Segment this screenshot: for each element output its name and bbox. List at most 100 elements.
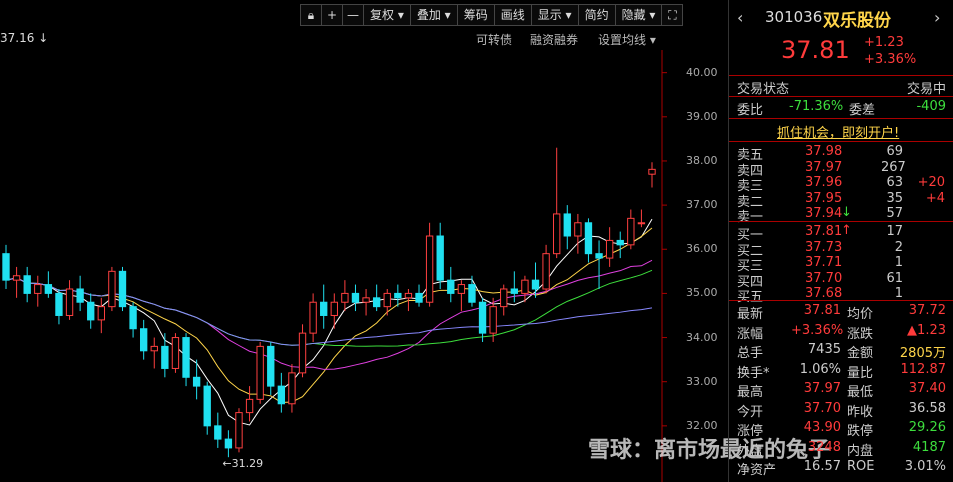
candle-body[interactable]: [150, 345, 158, 352]
chart-subbar: 37.16 ↓ 可转债 融资融券 设置均线 ▾: [0, 31, 660, 47]
candle-body[interactable]: [320, 301, 328, 316]
candle-body[interactable]: [637, 222, 646, 225]
last-price: 37.81: [781, 36, 850, 64]
candle-body[interactable]: [383, 292, 391, 308]
candle-body[interactable]: [563, 213, 571, 237]
candle-body[interactable]: [478, 301, 487, 334]
quote-value: 3.01%: [904, 459, 946, 474]
candle-body[interactable]: [584, 222, 593, 255]
candle-body[interactable]: [404, 292, 413, 299]
candle-body[interactable]: [277, 385, 286, 405]
candle-body[interactable]: [87, 301, 95, 321]
candle-body[interactable]: [372, 297, 381, 308]
candle-body[interactable]: [362, 297, 370, 303]
candle-body[interactable]: [627, 217, 635, 246]
bid-volume: 17: [886, 224, 903, 239]
candle-body[interactable]: [171, 337, 180, 369]
candle-body[interactable]: [468, 284, 476, 303]
candle-body[interactable]: [55, 292, 63, 316]
candle-body[interactable]: [192, 376, 201, 387]
candle-body[interactable]: [447, 279, 455, 294]
divider: [729, 118, 953, 119]
candle-body[interactable]: [616, 239, 624, 246]
ask-volume: 69: [886, 144, 903, 159]
zoom-in-button[interactable]: +: [321, 4, 343, 26]
adjust-button[interactable]: 复权 ▾: [363, 4, 411, 26]
hide-button[interactable]: 隐藏 ▾: [614, 4, 663, 26]
candle-body[interactable]: [65, 288, 74, 316]
price-axis-label: 39.00: [686, 109, 718, 123]
set-ma-button[interactable]: 设置均线 ▾: [598, 31, 656, 48]
quote-value: 37.70: [803, 400, 841, 416]
zoom-out-button[interactable]: —: [342, 4, 364, 26]
candle-body[interactable]: [521, 279, 529, 294]
candle-body[interactable]: [23, 275, 31, 294]
lock-icon[interactable]: 🔒︎: [300, 4, 322, 26]
candle-body[interactable]: [542, 253, 550, 290]
quote-label: 最低: [847, 385, 874, 400]
candle-body[interactable]: [256, 345, 264, 400]
prev-stock-icon[interactable]: ‹: [737, 8, 743, 27]
candle-body[interactable]: [224, 438, 233, 449]
quote-value: 2805万: [899, 346, 946, 361]
candle-body[interactable]: [2, 253, 10, 281]
candle-body[interactable]: [214, 425, 222, 440]
candle-body[interactable]: [415, 292, 423, 303]
bid-price: 37.73: [805, 239, 843, 255]
margin-link[interactable]: 融资融券: [530, 31, 578, 48]
chip-button[interactable]: 筹码: [456, 4, 495, 26]
simple-button[interactable]: 简约: [577, 4, 616, 26]
candle-body[interactable]: [531, 279, 540, 290]
candle-body[interactable]: [288, 372, 296, 405]
candle-body[interactable]: [457, 284, 466, 294]
candle-body[interactable]: [298, 332, 307, 374]
bid-volume: 1: [894, 286, 903, 301]
candle-body[interactable]: [351, 292, 360, 303]
quote-value: 37.40: [908, 381, 946, 396]
price-axis-label: 38.00: [686, 153, 718, 167]
candle-body[interactable]: [605, 239, 614, 259]
display-button[interactable]: 显示 ▾: [530, 4, 579, 26]
quote-label: 金额: [847, 346, 874, 361]
convertible-link[interactable]: 可转债: [476, 31, 512, 48]
candle-body[interactable]: [118, 270, 127, 308]
candle-body[interactable]: [76, 288, 84, 303]
candle-body[interactable]: [235, 412, 243, 449]
candle-body[interactable]: [129, 306, 137, 330]
candle-body[interactable]: [309, 301, 317, 334]
quote-row: 换手* 1.06% 量比 112.87: [729, 361, 953, 381]
candle-body[interactable]: [436, 235, 444, 281]
candle-body[interactable]: [330, 301, 338, 316]
candle-body[interactable]: [203, 385, 211, 427]
candle-body[interactable]: [425, 235, 434, 303]
next-stock-icon[interactable]: ›: [934, 8, 940, 27]
candle-body[interactable]: [500, 288, 508, 308]
candle-body[interactable]: [44, 284, 53, 294]
top-value: 37.16 ↓: [0, 31, 49, 45]
candle-body[interactable]: [510, 288, 519, 294]
candle-body[interactable]: [182, 337, 190, 378]
candle-body[interactable]: [267, 345, 275, 387]
kline-chart[interactable]: ←31.29 🔒︎ + — 复权 ▾ 叠加 ▾ 筹码 画线 显示 ▾ 简约 隐藏…: [0, 0, 830, 482]
candle-body[interactable]: [108, 270, 116, 308]
candle-body[interactable]: [553, 213, 561, 255]
candle-body[interactable]: [648, 168, 656, 175]
candle-body[interactable]: [139, 328, 148, 352]
expand-icon[interactable]: ⛶: [661, 4, 684, 26]
candle-body[interactable]: [12, 275, 21, 281]
candle-body[interactable]: [97, 306, 105, 321]
overlay-button[interactable]: 叠加 ▾: [409, 4, 458, 26]
candle-body[interactable]: [489, 306, 497, 334]
promo-link[interactable]: 抓住机会，即刻开户!: [729, 121, 953, 141]
candle-body[interactable]: [161, 345, 169, 369]
quote-label: 最高: [737, 385, 764, 400]
draw-line-button[interactable]: 画线: [493, 4, 532, 26]
candle-body[interactable]: [595, 253, 603, 259]
quote-value: 43.90: [803, 420, 841, 435]
stock-header: ‹ 301036 双乐股份 › 37.81 +1.23 +3.36%: [729, 0, 953, 74]
candle-body[interactable]: [34, 284, 42, 294]
candle-body[interactable]: [574, 222, 582, 237]
candle-body[interactable]: [245, 398, 254, 414]
candle-body[interactable]: [394, 292, 402, 299]
candle-body[interactable]: [341, 292, 349, 303]
